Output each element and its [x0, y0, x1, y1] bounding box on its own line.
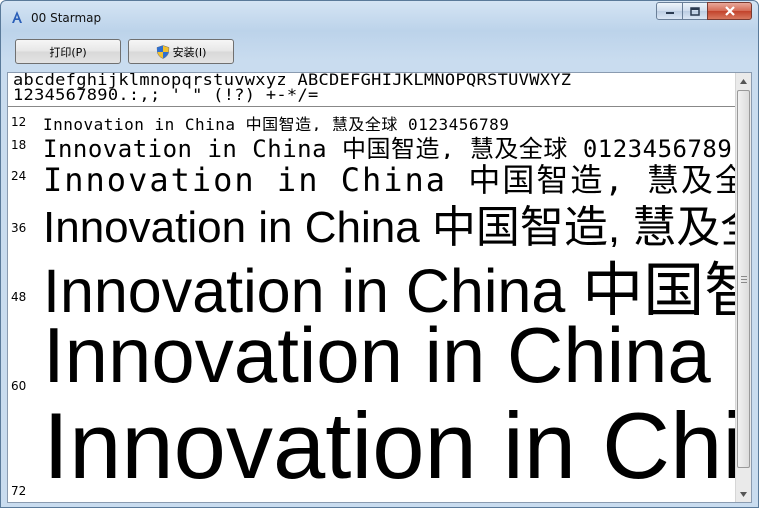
charset-separator [8, 106, 736, 107]
print-button-label: 打印(P) [49, 45, 87, 59]
window-controls [656, 2, 752, 20]
maximize-icon [690, 6, 700, 16]
font-preview-pane: abcdefghijklmnopqrstuvwxyz ABCDEFGHIJKLM… [7, 72, 752, 503]
title-bar[interactable]: 00 Starmap [1, 1, 758, 31]
sample-text: Innovation in China 中国智造, 慧及全球 012345678… [43, 135, 733, 159]
size-label: 60 [11, 379, 27, 393]
sample-row-24: 24 Innovation in China 中国智造, 慧及全球 [8, 156, 736, 196]
size-label: 12 [11, 115, 27, 129]
close-button[interactable] [707, 2, 752, 20]
scrollbar-thumb[interactable] [737, 90, 750, 468]
close-icon [724, 6, 735, 16]
size-label: 18 [11, 138, 27, 152]
charset-digits-symbols: 1234567890.:,; ' " (!?) +-*/= [13, 86, 319, 105]
sample-row-36: 36 Innovation in China 中国智造, 慧及全球 [8, 193, 736, 247]
font-viewer-icon [12, 11, 22, 23]
size-label: 36 [11, 221, 27, 235]
scroll-grip-icon [741, 276, 747, 283]
sample-text: Innovation in China 中国智造, 慧及全球 [43, 161, 736, 196]
size-label: 72 [11, 484, 27, 498]
toolbar: 打印(P) 安装(I) [1, 31, 758, 69]
sample-text: Innovation in China 中国智造, 慧及全球 012345678… [43, 115, 510, 131]
size-label: 24 [11, 169, 27, 183]
chevron-up-icon [740, 78, 747, 84]
maximize-button[interactable] [682, 2, 708, 20]
sample-text: Innovation in China 中国智造 [43, 257, 736, 315]
size-label: 48 [11, 290, 27, 304]
window-title: 00 Starmap [31, 11, 102, 25]
minimize-button[interactable] [656, 2, 683, 20]
sample-text: Innovation in China [43, 400, 736, 498]
scroll-down-button[interactable] [736, 486, 751, 502]
print-button[interactable]: 打印(P) [15, 39, 121, 64]
sample-row-60: 60 Innovation in China [8, 316, 736, 401]
sample-row-12: 12 Innovation in China 中国智造, 慧及全球 012345… [8, 109, 736, 131]
uac-shield-icon [156, 44, 169, 59]
sample-row-72: 72 Innovation in China [8, 400, 736, 502]
scroll-up-button[interactable] [736, 73, 751, 89]
font-viewer-window: 00 Starmap 打印(P) 安装(I) abcdefghijklmnopq… [0, 0, 759, 508]
sample-text: Innovation in China 中国智造, 慧及全球 [43, 203, 736, 247]
chevron-down-icon [740, 491, 747, 497]
vertical-scrollbar[interactable] [735, 73, 751, 502]
minimize-icon [665, 12, 674, 14]
install-button-label: 安装(I) [172, 45, 207, 59]
sample-row-18: 18 Innovation in China 中国智造, 慧及全球 012345… [8, 129, 736, 159]
sample-text: Innovation in China [43, 316, 711, 399]
sample-row-48: 48 Innovation in China 中国智造 [8, 245, 736, 315]
install-button[interactable]: 安装(I) [128, 39, 234, 64]
